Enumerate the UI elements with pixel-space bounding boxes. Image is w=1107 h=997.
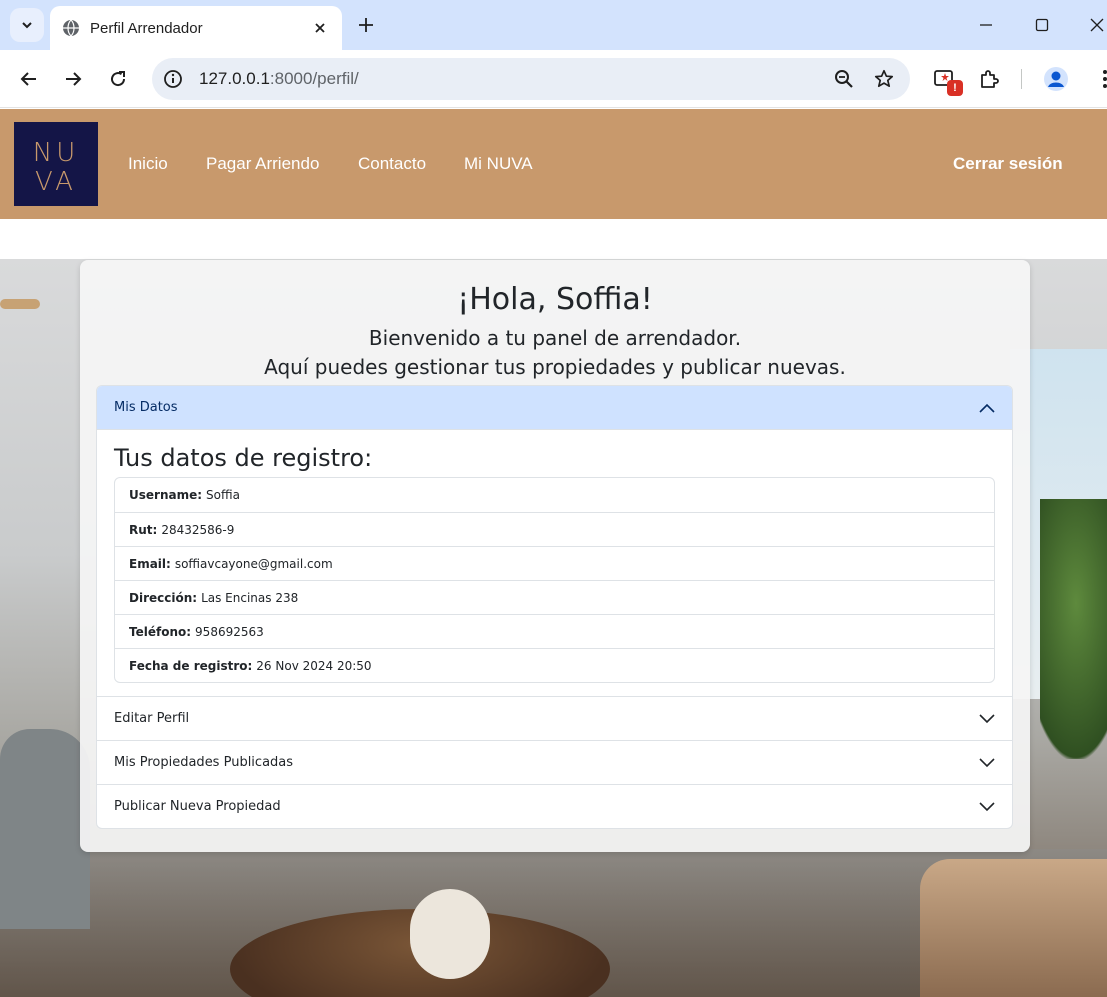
registration-data-list: Username: Soffia Rut: 28432586-9 Email: sof…	[114, 477, 995, 683]
welcome-line-2: Aquí puedes gestionar tus propiedades y …	[264, 355, 846, 379]
maximize-icon	[1035, 18, 1049, 32]
accordion-header-mis-propiedades[interactable]: Mis Propiedades Publicadas	[97, 740, 1012, 784]
accordion-header-publicar-nueva[interactable]: Publicar Nueva Propiedad	[97, 784, 1012, 828]
close-window-button[interactable]	[1082, 10, 1107, 40]
back-button[interactable]	[14, 64, 44, 94]
chevron-down-icon	[979, 713, 995, 723]
accordion-label: Mis Propiedades Publicadas	[114, 755, 294, 770]
list-item-direccion: Dirección: Las Encinas 238	[115, 580, 994, 614]
address-bar[interactable]: 127.0.0.1:8000/perfil/	[152, 58, 910, 100]
extensions-button[interactable]	[974, 64, 1004, 94]
minimize-button[interactable]	[971, 10, 1001, 40]
puzzle-icon	[981, 70, 999, 88]
extension-alert-button[interactable]: !	[929, 64, 963, 96]
globe-icon	[63, 19, 79, 37]
plus-icon	[359, 18, 373, 32]
bg-sofa	[920, 859, 1107, 997]
arrow-left-icon	[20, 72, 36, 86]
zoom-icon[interactable]	[830, 65, 858, 93]
tab-close-icon[interactable]	[310, 18, 330, 38]
avatar-icon	[1044, 67, 1068, 91]
site-info-icon[interactable]	[161, 67, 185, 91]
greeting-heading: ¡Hola, Soffia!	[457, 282, 653, 317]
reload-button[interactable]	[103, 64, 133, 94]
forward-button[interactable]	[58, 64, 88, 94]
url-text: 127.0.0.1:8000/perfil/	[199, 69, 359, 88]
chevron-down-icon	[979, 801, 995, 811]
chevron-down-icon	[22, 22, 32, 29]
svg-text:VA: VA	[35, 167, 77, 194]
chevron-down-icon	[979, 757, 995, 767]
profile-panel: ¡Hola, Soffia! Bienvenido a tu panel de …	[80, 260, 1030, 852]
accordion-label: Publicar Nueva Propiedad	[114, 799, 281, 814]
browser-tabstrip: Perfil Arrendador	[0, 0, 1107, 50]
tab-search-button[interactable]	[10, 8, 44, 42]
list-item-email: Email: soffiavcayone@gmail.com	[115, 546, 994, 580]
section-title: Tus datos de registro:	[114, 444, 373, 472]
list-item-rut: Rut: 28432586-9	[115, 512, 994, 546]
bookmark-star-icon[interactable]	[870, 65, 898, 93]
profile-button[interactable]	[1041, 64, 1071, 94]
accordion-header-mis-datos[interactable]: Mis Datos	[97, 386, 1012, 429]
welcome-text: Bienvenido a tu panel de arrendador. Aqu…	[80, 324, 1030, 382]
svg-text:NU: NU	[33, 138, 79, 168]
list-item-fecha-registro: Fecha de registro: 26 Nov 2024 20:50	[115, 648, 994, 682]
browser-menu-button[interactable]	[1090, 64, 1107, 94]
more-vert-icon	[1103, 70, 1107, 88]
logout-link[interactable]: Cerrar sesión	[953, 154, 1063, 174]
chevron-up-icon	[979, 403, 995, 413]
site-header: NU VA Inicio Pagar Arriendo Contacto Mi …	[0, 109, 1107, 219]
nav-inicio[interactable]: Inicio	[128, 154, 168, 174]
nav-pagar-arriendo[interactable]: Pagar Arriendo	[206, 154, 319, 174]
profile-accordion: Mis Datos Tus datos de registro: Usernam…	[96, 385, 1013, 829]
list-item-telefono: Teléfono: 958692563	[115, 614, 994, 648]
browser-tab[interactable]: Perfil Arrendador	[50, 6, 342, 50]
bg-chair	[0, 729, 90, 929]
welcome-line-1: Bienvenido a tu panel de arrendador.	[368, 326, 742, 350]
nav-mi-nuva[interactable]: Mi NUVA	[464, 154, 533, 174]
accordion-label: Mis Datos	[114, 400, 178, 415]
toolbar-separator	[1021, 69, 1022, 89]
close-icon	[1090, 18, 1104, 32]
accordion-label: Editar Perfil	[114, 711, 190, 726]
list-item-username: Username: Soffia	[129, 488, 240, 502]
accordion-body-mis-datos: Tus datos de registro: Username: Soffia R…	[97, 429, 1012, 696]
bg-vase	[410, 889, 490, 979]
bg-lamp	[0, 299, 40, 309]
nuva-logo-icon: NU VA	[33, 138, 79, 194]
accordion-header-editar-perfil[interactable]: Editar Perfil	[97, 696, 1012, 740]
browser-toolbar: 127.0.0.1:8000/perfil/ !	[0, 50, 1107, 108]
reload-icon	[111, 71, 126, 87]
minimize-icon	[980, 24, 992, 26]
arrow-right-icon	[66, 72, 82, 86]
extension-badge: !	[947, 80, 963, 96]
nuva-logo[interactable]: NU VA	[14, 122, 98, 206]
header-spacer	[0, 219, 1107, 259]
nav-contacto[interactable]: Contacto	[358, 154, 426, 174]
maximize-button[interactable]	[1027, 10, 1057, 40]
bg-plant	[1040, 499, 1107, 759]
tab-title: Perfil Arrendador	[90, 19, 203, 37]
new-tab-button[interactable]	[352, 11, 380, 39]
